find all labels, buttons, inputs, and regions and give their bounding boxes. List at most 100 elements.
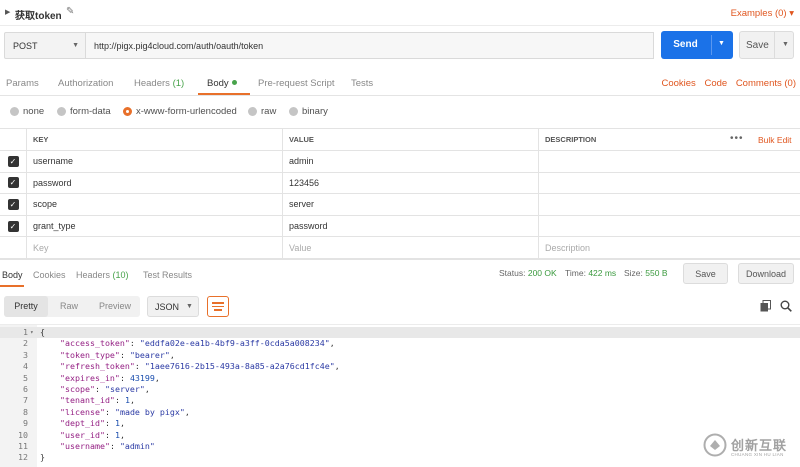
- param-description[interactable]: [538, 215, 800, 237]
- radio-x-www-form-urlencoded[interactable]: x-www-form-urlencoded: [123, 105, 237, 117]
- radio-form-data[interactable]: form-data: [57, 105, 111, 117]
- radio-none[interactable]: none: [10, 105, 44, 117]
- json-key: "expires_in": [59, 372, 120, 383]
- code-text: "license": "made by pigx",: [40, 407, 190, 418]
- param-key[interactable]: username: [26, 151, 282, 172]
- response-body-editor[interactable]: 1 ▾ {2 "access_token": "eddfa02e-ea1b-4bf9…: [0, 324, 800, 467]
- radio-raw[interactable]: raw: [248, 105, 276, 117]
- save-response-button[interactable]: Save: [683, 263, 728, 284]
- params-table-header: KEY VALUE DESCRIPTION ••• Bulk Edit: [0, 129, 800, 151]
- param-description[interactable]: [538, 172, 800, 194]
- new-value-input[interactable]: Value: [282, 237, 538, 258]
- json-punct: :: [114, 395, 125, 406]
- code-link[interactable]: Code: [704, 78, 727, 89]
- bulk-edit-link[interactable]: Bulk Edit: [758, 135, 792, 145]
- tab-prerequest-script[interactable]: Pre-request Script: [258, 78, 335, 89]
- search-icon[interactable]: [780, 300, 792, 312]
- param-value[interactable]: server: [282, 194, 538, 215]
- status-label: Status:: [499, 268, 526, 278]
- save-divider: [774, 32, 775, 58]
- tab-tests[interactable]: Tests: [351, 78, 373, 89]
- json-key: "dept_id": [59, 418, 105, 429]
- param-checkbox[interactable]: ✓: [7, 220, 19, 232]
- json-key: "tenant_id": [59, 395, 115, 406]
- param-value[interactable]: 123456: [282, 172, 538, 194]
- format-select[interactable]: JSON ▼: [147, 296, 199, 317]
- line-number: 3: [23, 349, 28, 360]
- code-line: 10 "user_id": 1,: [0, 430, 800, 441]
- time-label: Time:: [565, 268, 586, 278]
- json-key: "access_token": [59, 338, 130, 349]
- view-preview[interactable]: Preview: [90, 296, 140, 317]
- tab-params[interactable]: Params: [6, 78, 39, 89]
- request-name[interactable]: 获取token: [15, 7, 62, 22]
- json-punct: [40, 361, 60, 371]
- param-key[interactable]: scope: [26, 194, 282, 215]
- line-number: 6: [23, 384, 28, 394]
- params-rows: ✓ username admin ✓ password 123456 ✓ scope serve…: [0, 151, 800, 238]
- json-punct: ,: [329, 338, 335, 349]
- save-request-button[interactable]: Save ▼: [739, 31, 794, 59]
- code-line: 9 "dept_id": 1,: [0, 418, 800, 429]
- param-description[interactable]: [538, 151, 800, 172]
- new-description-input[interactable]: Description: [538, 237, 800, 258]
- response-tab-cookies[interactable]: Cookies: [33, 270, 66, 280]
- fold-toggle-icon[interactable]: ▾: [30, 327, 34, 338]
- json-punct: ,: [184, 406, 190, 417]
- json-punct: [40, 338, 60, 348]
- json-key: "token_type": [59, 349, 120, 360]
- line-number: 12: [18, 452, 28, 463]
- json-string: "1aee7616-2b15-493a-8a85-a2a76cd1fc4e": [144, 361, 335, 372]
- json-string: "eddfa02e-ea1b-4bf9-a3ff-0cda5a008234": [139, 338, 330, 349]
- line-number: 9: [23, 418, 28, 429]
- json-punct: :: [104, 429, 115, 440]
- param-key[interactable]: password: [26, 172, 282, 194]
- caret-down-icon[interactable]: ▶: [5, 8, 10, 16]
- wrap-lines-icon[interactable]: [207, 296, 229, 317]
- cookies-link[interactable]: Cookies: [661, 78, 695, 89]
- json-punct: :: [94, 384, 105, 394]
- view-pretty[interactable]: Pretty: [4, 296, 48, 317]
- param-checkbox[interactable]: ✓: [7, 198, 19, 210]
- url-input[interactable]: http://pigx.pig4cloud.com/auth/oauth/tok…: [86, 32, 654, 59]
- examples-dropdown[interactable]: Examples (0) ▾: [731, 8, 794, 19]
- radio-binary[interactable]: binary: [289, 105, 328, 117]
- response-tab-headers-label: Headers: [76, 270, 111, 280]
- json-string: "server": [104, 384, 145, 394]
- radio-raw-label: raw: [261, 105, 277, 117]
- param-description[interactable]: [538, 194, 800, 215]
- send-button[interactable]: Send ▼: [661, 31, 733, 59]
- param-value[interactable]: password: [282, 215, 538, 237]
- param-value[interactable]: admin: [282, 151, 538, 172]
- param-checkbox[interactable]: ✓: [7, 177, 19, 189]
- tab-headers[interactable]: Headers (1): [134, 78, 184, 89]
- radio-circle-selected: [123, 106, 132, 116]
- comments-link[interactable]: Comments (0): [736, 78, 796, 89]
- tab-authorization[interactable]: Authorization: [58, 78, 113, 89]
- radio-circle: [10, 106, 19, 116]
- param-key[interactable]: grant_type: [26, 215, 282, 237]
- code-text: {: [40, 327, 45, 338]
- response-tab-test-results[interactable]: Test Results: [143, 270, 192, 280]
- param-checkbox-cell: ✓: [0, 173, 26, 194]
- json-punct: [40, 418, 60, 428]
- code-text: "scope": "server",: [40, 384, 150, 395]
- watermark-subtext: CHUANG XIN HU LIAN: [731, 452, 784, 457]
- pencil-icon[interactable]: ✎: [66, 6, 74, 17]
- tab-body[interactable]: Body: [207, 78, 237, 89]
- param-row: ✓ username admin: [0, 151, 800, 173]
- view-raw[interactable]: Raw: [48, 296, 90, 317]
- request-title-bar: ▶ 获取token ✎ Examples (0) ▾: [0, 0, 800, 26]
- response-tab-body[interactable]: Body: [2, 270, 23, 280]
- copy-icon[interactable]: [760, 300, 771, 312]
- response-tab-headers[interactable]: Headers (10): [76, 270, 129, 280]
- download-button[interactable]: Download: [738, 263, 794, 284]
- send-options-chevron-icon[interactable]: ▼: [718, 40, 725, 47]
- params-empty-row: Key Value Description: [0, 237, 800, 259]
- line-number: 10: [18, 429, 28, 440]
- method-select[interactable]: POST ▼: [4, 32, 86, 59]
- more-icon[interactable]: •••: [730, 133, 744, 144]
- param-checkbox[interactable]: ✓: [7, 155, 19, 167]
- new-key-input[interactable]: Key: [26, 237, 282, 258]
- save-options-chevron-icon[interactable]: ▼: [782, 41, 789, 48]
